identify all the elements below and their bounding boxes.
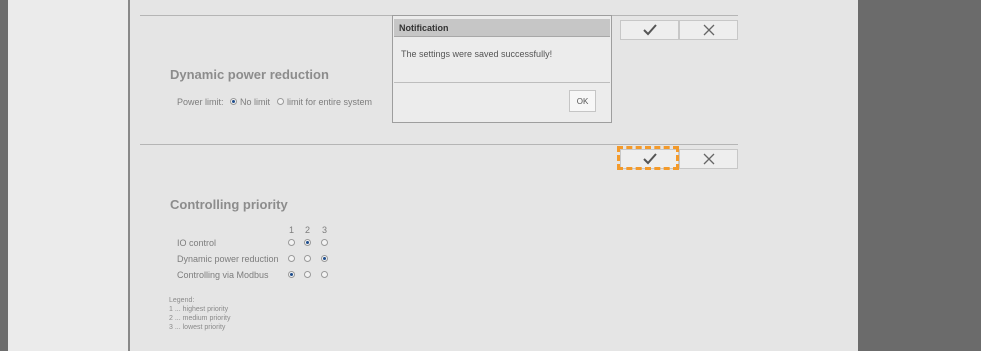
checkmark-icon [642,24,657,36]
option-no-limit-label: No limit [240,97,271,107]
cancel-button[interactable] [679,149,738,169]
dynamic-power-reduction-priority-2[interactable] [304,255,311,262]
ok-button[interactable]: OK [569,90,596,112]
priority-row-label-modbus: Controlling via Modbus [177,270,269,280]
priority-column-1: 1 [289,225,295,235]
modbus-priority-3[interactable] [321,271,328,278]
left-edge-bar [0,0,8,351]
notification-dialog: Notification The settings were saved suc… [392,15,612,123]
power-reduction-heading: Dynamic power reduction [170,67,329,82]
priority-column-3: 3 [322,225,328,235]
section-divider-middle [140,144,738,145]
power-limit-label: Power limit: [177,97,224,107]
io-control-priority-1[interactable] [288,239,295,246]
radio-no-limit[interactable] [230,98,237,105]
modbus-priority-2[interactable] [304,271,311,278]
dynamic-power-reduction-priority-1[interactable] [288,255,295,262]
legend-item-2: 2 ... medium priority [169,315,231,322]
priority-row-label-io-control: IO control [177,238,217,248]
close-icon [703,153,714,165]
legend-item-1: 1 ... highest priority [169,306,229,313]
cancel-button-top[interactable] [679,20,738,40]
radio-limit-entire-system[interactable] [277,98,284,105]
dialog-message: The settings were saved successfully! [401,49,553,59]
controlling-priority-heading: Controlling priority [170,197,288,212]
modbus-priority-1[interactable] [288,271,295,278]
save-button-highlight [617,146,679,170]
legend-item-3: 3 ... lowest priority [169,324,226,331]
io-control-priority-2[interactable] [304,239,311,246]
left-gutter [8,0,128,351]
dynamic-power-reduction-priority-3[interactable] [321,255,328,262]
right-edge-bar [858,0,981,351]
priority-row-label-dynamic-power-reduction: Dynamic power reduction [177,254,279,264]
dialog-divider [394,82,610,83]
io-control-priority-3[interactable] [321,239,328,246]
dialog-title: Notification [394,19,610,37]
close-icon [703,24,714,36]
save-button-top[interactable] [620,20,679,40]
priority-column-2: 2 [305,225,311,235]
legend-title: Legend: [169,297,195,304]
option-limit-entire-system-label: limit for entire system [287,97,373,107]
